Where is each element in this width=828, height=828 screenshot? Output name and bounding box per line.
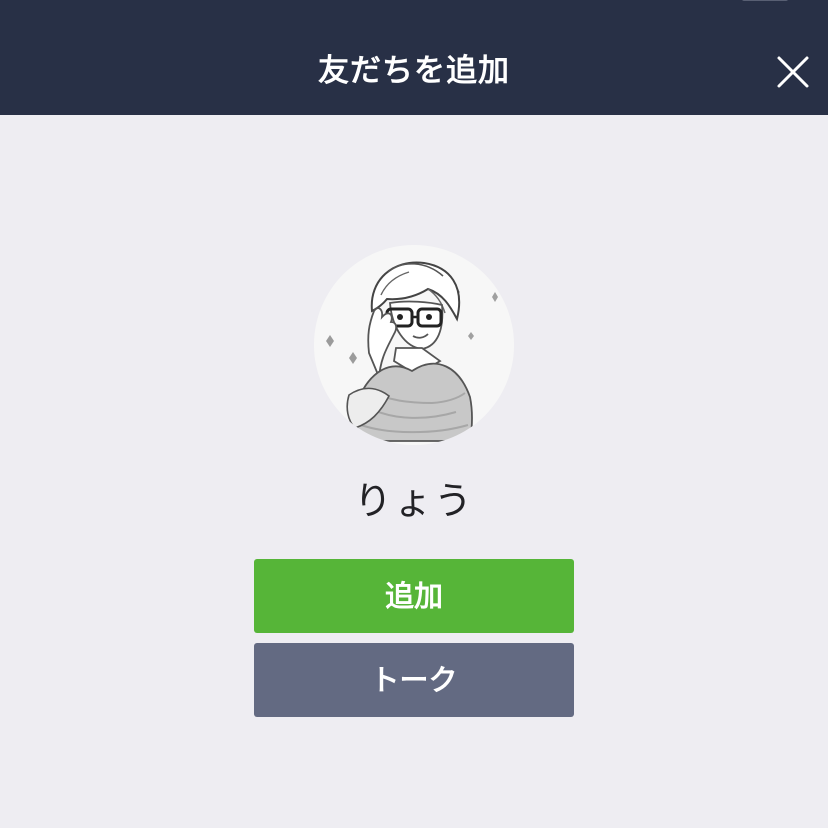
talk-button[interactable]: トーク xyxy=(254,643,574,717)
close-icon xyxy=(777,56,809,88)
page-title: 友だちを追加 xyxy=(318,53,510,89)
profile-name: りょう xyxy=(353,479,474,523)
top-bar: • • 友だちを追加 xyxy=(0,0,828,115)
status-bar-fragment: • • xyxy=(60,0,134,2)
avatar[interactable] xyxy=(314,245,514,445)
status-bar-right-fragment xyxy=(742,0,788,1)
close-button[interactable] xyxy=(772,51,814,93)
avatar-image xyxy=(314,245,514,445)
add-friend-button[interactable]: 追加 xyxy=(254,559,574,633)
